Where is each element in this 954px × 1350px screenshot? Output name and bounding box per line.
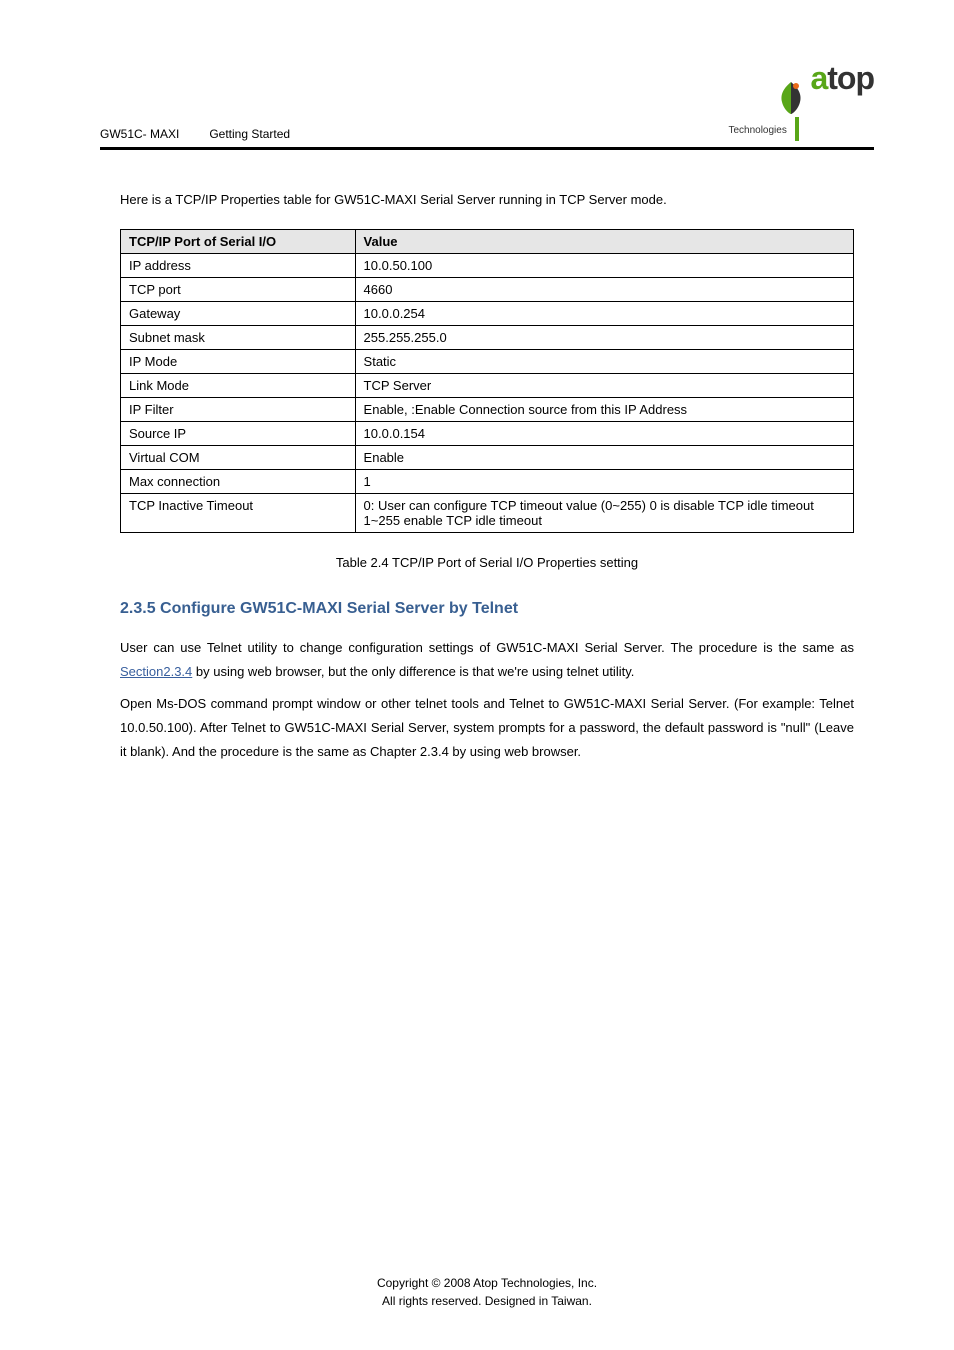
table-row: Source IP10.0.0.154 [121, 421, 854, 445]
logo-subtitle: Technologies [728, 125, 786, 136]
settings-table: TCP/IP Port of Serial I/O Value IP addre… [120, 229, 854, 533]
table-caption: Table 2.4 TCP/IP Port of Serial I/O Prop… [120, 555, 854, 570]
section-heading: 2.3.5 Configure GW51C-MAXI Serial Server… [120, 600, 854, 618]
footer-copyright: Copyright © 2008 Atop Technologies, Inc. [100, 1274, 874, 1292]
intro-paragraph: Here is a TCP/IP Properties table for GW… [120, 190, 854, 211]
table-row: TCP port4660 [121, 277, 854, 301]
table-header-row: TCP/IP Port of Serial I/O Value [121, 229, 854, 253]
logo-text: atop [810, 60, 874, 97]
table-row: IP address10.0.50.100 [121, 253, 854, 277]
product-name: GW51C- MAXI [100, 127, 179, 141]
page-footer: Copyright © 2008 Atop Technologies, Inc.… [100, 1274, 874, 1310]
table-row: TCP Inactive Timeout0: User can configur… [121, 493, 854, 532]
table-row: Subnet mask255.255.255.0 [121, 325, 854, 349]
table-row: Max connection1 [121, 469, 854, 493]
section-link[interactable]: Section2.3.4 [120, 664, 192, 679]
th-value: Value [355, 229, 853, 253]
table-row: Gateway10.0.0.254 [121, 301, 854, 325]
body-paragraph-1: User can use Telnet utility to change co… [120, 636, 854, 684]
table-row: Link ModeTCP Server [121, 373, 854, 397]
logo-bar-icon [795, 117, 799, 141]
table-row: Virtual COMEnable [121, 445, 854, 469]
footer-rights: All rights reserved. Designed in Taiwan. [100, 1292, 874, 1310]
leaf-icon [774, 80, 808, 121]
doc-title: Getting Started [209, 127, 290, 141]
body-paragraph-2: Open Ms-DOS command prompt window or oth… [120, 692, 854, 764]
atop-logo: atop Technologies [774, 60, 874, 141]
doc-header: GW51C- MAXI Getting Started [100, 127, 290, 141]
table-row: IP FilterEnable, :Enable Connection sour… [121, 397, 854, 421]
table-row: IP ModeStatic [121, 349, 854, 373]
header-divider [100, 147, 874, 150]
th-setting: TCP/IP Port of Serial I/O [121, 229, 356, 253]
